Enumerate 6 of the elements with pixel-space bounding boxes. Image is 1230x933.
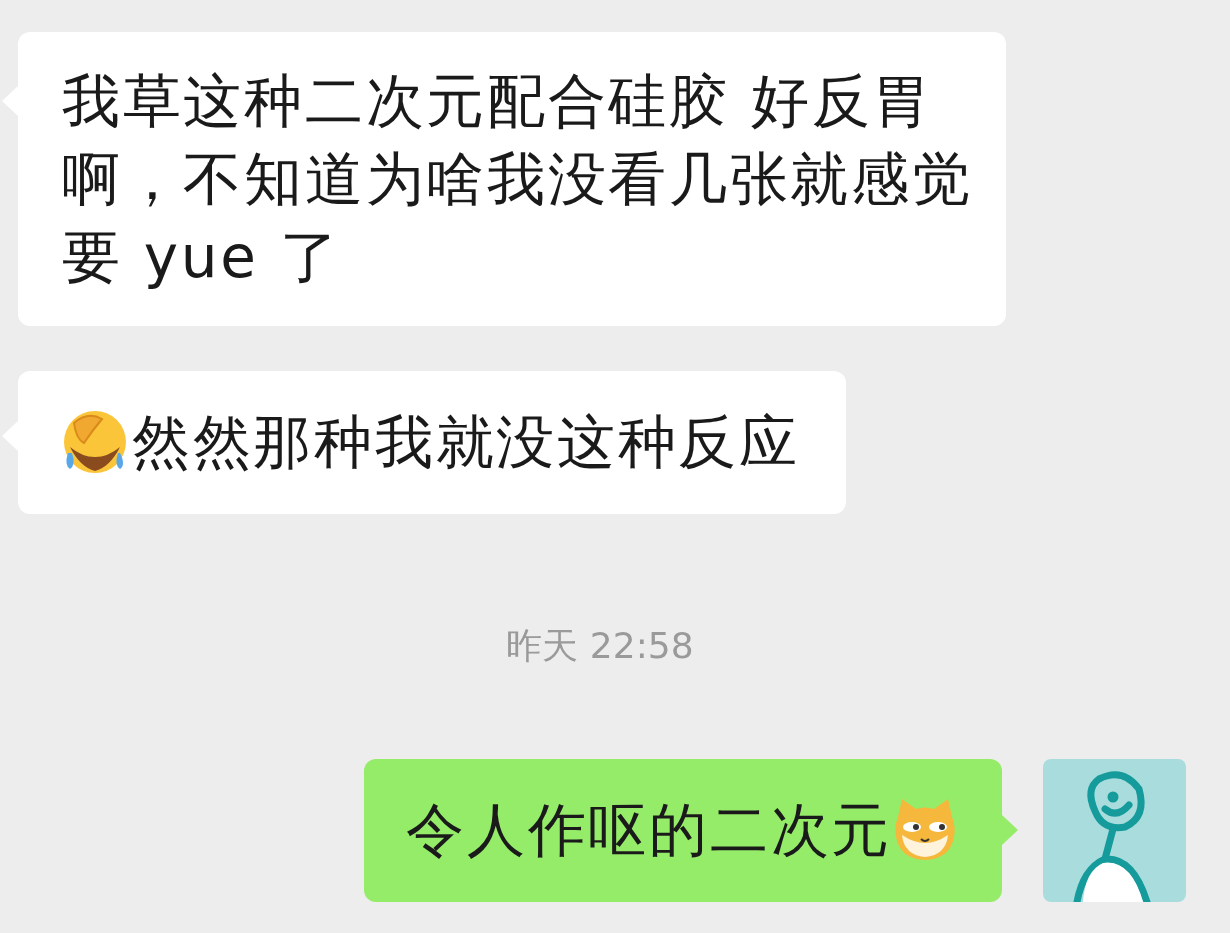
message-text: 我草这种二次元配合硅胶 好反胃啊，不知道为啥我没看几张就感觉要 yue 了 xyxy=(62,66,974,293)
message-text: 令人作呕的二次元 xyxy=(406,795,892,866)
message-text: 然然那种我就没这种反应 xyxy=(132,407,800,478)
facepalm-emoji-icon xyxy=(62,409,128,475)
cat-emoji-icon xyxy=(892,797,958,863)
timestamp: 昨天 22:58 xyxy=(506,624,694,668)
